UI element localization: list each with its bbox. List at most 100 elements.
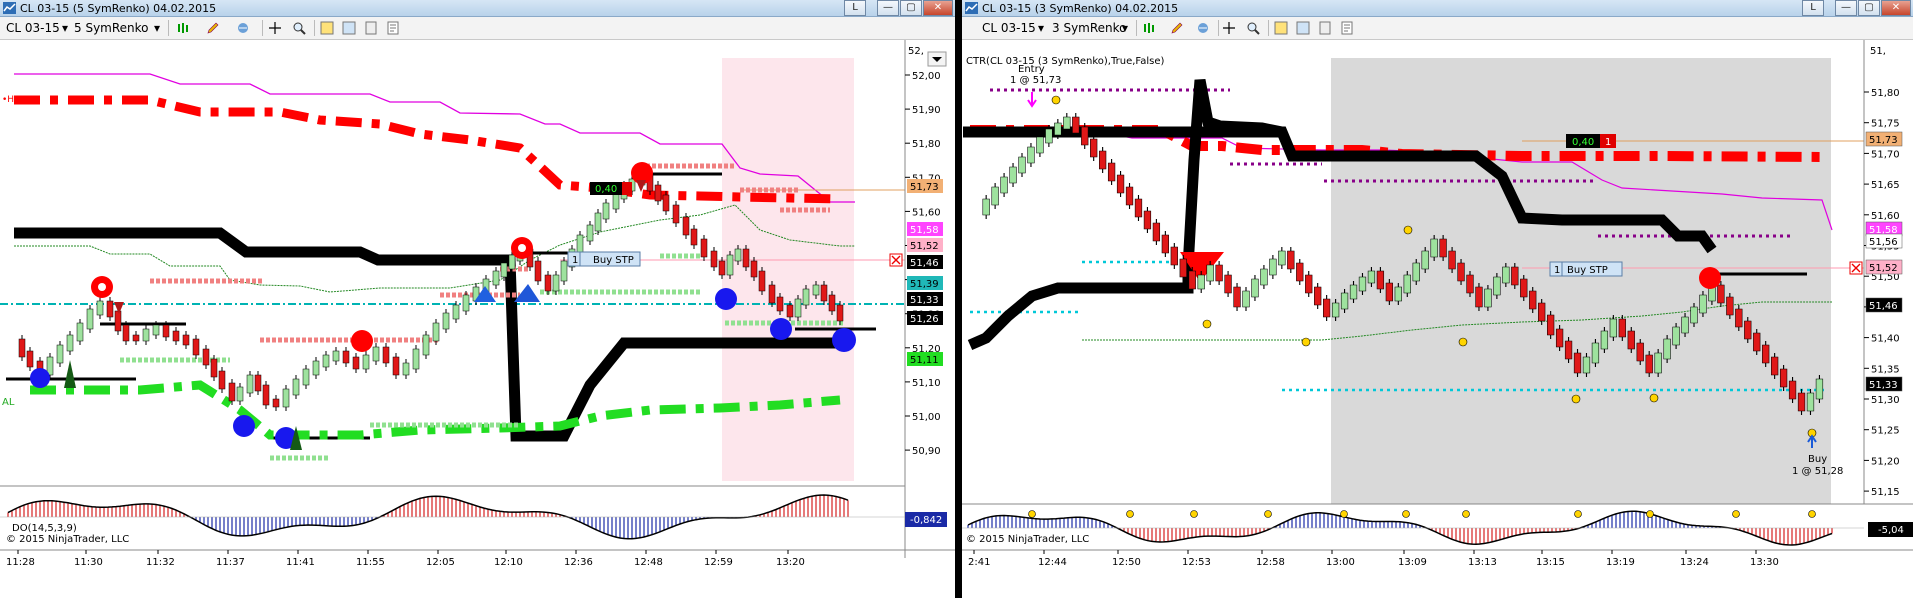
maximize-button[interactable]: ▢: [900, 0, 922, 16]
candle-body: [1582, 356, 1591, 374]
candle-body: [602, 202, 610, 220]
candle-body: [26, 350, 34, 368]
price-tick-label: 51,10: [912, 378, 941, 389]
copyright: © 2015 NinjaTrader, LLC: [6, 534, 129, 545]
osc-marker: [1340, 510, 1348, 518]
candle-body: [1779, 368, 1788, 388]
candle-body: [1206, 264, 1214, 282]
right-time-axis[interactable]: 2:41 12:44 12:50 12:53 12:58 13:00 13:09 13:13 1…: [968, 550, 1779, 568]
price-tag-label: 51,33: [910, 295, 939, 306]
time-tick-label: 12:36: [564, 557, 593, 568]
minimize-button[interactable]: —: [1835, 0, 1857, 16]
instrument-selector[interactable]: CL 03-15: [982, 20, 1036, 36]
right-titlebar[interactable]: CL 03-15 (3 SymRenko) 04.02.2015 L — ▢ ✕: [962, 0, 1913, 17]
candle-body: [1125, 186, 1134, 206]
candle-body: [1323, 298, 1331, 318]
candle-body: [1502, 266, 1510, 284]
candle-body: [1018, 156, 1026, 174]
properties-icon[interactable]: [320, 21, 334, 35]
pnl-label: 0,40: [590, 182, 632, 195]
price-tick-label: 52,: [908, 46, 924, 57]
left-titlebar[interactable]: CL 03-15 (5 SymRenko) 04.02.2015 L — ▢ ✕: [0, 0, 955, 17]
chevron-down-icon[interactable]: ▾: [1038, 20, 1044, 36]
candle-body: [1762, 344, 1770, 364]
candle-body: [332, 350, 340, 362]
candle-body: [1116, 174, 1125, 194]
lock-button[interactable]: L: [1802, 0, 1824, 16]
maximize-button[interactable]: ▢: [1858, 0, 1880, 16]
left-edge-marker: •H: [2, 95, 14, 105]
candle-body: [106, 300, 114, 318]
candle-body: [1376, 270, 1385, 290]
indicator-icon[interactable]: [1196, 21, 1210, 35]
cancel-order-icon[interactable]: [1849, 261, 1863, 275]
order-qty: 1: [572, 255, 578, 266]
left-oscillator: [0, 494, 905, 540]
order-panel-icon[interactable]: [1340, 21, 1354, 35]
price-tag-label: 51,73: [910, 182, 939, 193]
indicator-icon[interactable]: [236, 21, 250, 35]
time-tick-label: 13:09: [1398, 557, 1427, 568]
candle-body: [1511, 266, 1519, 286]
candle-body: [1627, 330, 1635, 350]
zoom-icon[interactable]: [1246, 21, 1260, 35]
time-tick-label: 12:59: [704, 557, 733, 568]
crosshair-icon[interactable]: [268, 21, 282, 35]
time-tick-label: 12:44: [1038, 557, 1067, 568]
lock-button[interactable]: L: [844, 0, 866, 16]
candle-body: [1753, 332, 1761, 352]
price-tag-label: 51,52: [1869, 263, 1898, 274]
data-box-icon[interactable]: [342, 21, 356, 35]
right-toolbar: CL 03-15 ▾ 3 SymRenko ▾: [962, 17, 1913, 40]
candle-body: [1188, 270, 1196, 290]
period-selector[interactable]: 3 SymRenko: [1052, 20, 1127, 36]
order-panel-icon[interactable]: [386, 21, 400, 35]
minimize-button[interactable]: —: [877, 0, 899, 16]
close-button[interactable]: ✕: [1881, 0, 1911, 16]
candle-body: [1143, 210, 1152, 230]
price-tag-label: 51,46: [1869, 301, 1898, 312]
chevron-down-icon[interactable]: ▾: [154, 20, 160, 36]
time-tick-label: 12:05: [426, 557, 455, 568]
candle-body: [218, 370, 226, 390]
template-icon[interactable]: [364, 21, 378, 35]
candle-body: [1260, 268, 1268, 286]
bar-type-icon[interactable]: [1142, 21, 1156, 35]
time-tick-label: 13:00: [1326, 557, 1355, 568]
price-tick-label: 51,40: [1871, 334, 1900, 345]
draw-pencil-icon[interactable]: [1170, 21, 1184, 35]
candle-body: [1224, 274, 1232, 294]
candle-body: [1681, 316, 1689, 334]
template-icon[interactable]: [1318, 21, 1332, 35]
candle-body: [1063, 116, 1071, 130]
left-time-axis[interactable]: 11:28 11:30 11:32 11:37 11:41 11:55 12:05 12:10…: [6, 550, 805, 568]
data-box-icon[interactable]: [1296, 21, 1310, 35]
bar-type-icon[interactable]: [176, 21, 190, 35]
pnl-label: 0,40 1: [1566, 134, 1616, 148]
right-price-chart[interactable]: CTR(CL 03-15 (3 SymRenko),True,False) En…: [962, 40, 1913, 598]
period-selector[interactable]: 5 SymRenko: [74, 20, 149, 36]
chevron-down-icon[interactable]: ▾: [62, 20, 68, 36]
candle-body: [1573, 352, 1582, 374]
draw-pencil-icon[interactable]: [206, 21, 220, 35]
indicator-label: DO(14,5,3,9): [12, 523, 77, 534]
buy-stop-order-label[interactable]: 1 Buy STP: [567, 251, 641, 267]
session-zone: [722, 58, 854, 481]
instrument-selector[interactable]: CL 03-15: [6, 20, 60, 36]
candle-body: [786, 304, 794, 318]
left-price-chart[interactable]: 1 Buy STP 0,40 AL •H 52, 52,00 51,90 51,80 5…: [0, 40, 955, 598]
zoom-icon[interactable]: [292, 21, 306, 35]
candle-body: [1269, 258, 1277, 276]
svg-text:-5,04: -5,04: [1878, 525, 1904, 536]
candle-body: [236, 386, 244, 402]
crosshair-icon[interactable]: [1222, 21, 1236, 35]
indicator-label: CTR(CL 03-15 (3 SymRenko),True,False): [966, 56, 1165, 67]
candle-body: [1215, 264, 1223, 282]
scroll-down-icon[interactable]: [927, 51, 947, 67]
osc-marker: [1028, 510, 1036, 518]
buy-stop-order-label[interactable]: 1 Buy STP: [1549, 261, 1623, 277]
properties-icon[interactable]: [1274, 21, 1288, 35]
cancel-order-icon[interactable]: [889, 253, 903, 267]
chevron-down-icon[interactable]: ▾: [1122, 20, 1128, 36]
close-button[interactable]: ✕: [923, 0, 953, 16]
